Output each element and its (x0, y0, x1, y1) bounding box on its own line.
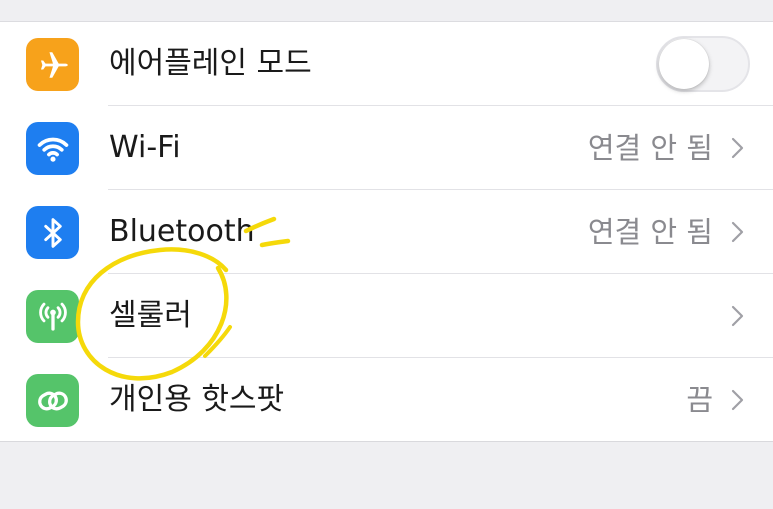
toggle-knob (659, 39, 709, 89)
airplane-mode-row[interactable]: 에어플레인 모드 (0, 22, 773, 106)
chevron-right-icon (731, 221, 744, 243)
personal-hotspot-label: 개인용 핫스팟 (109, 382, 285, 417)
settings-group: 에어플레인 모드 Wi-Fi 연결 안 됨 Bluetooth 연결 안 됨 셀… (0, 22, 773, 442)
airplane-mode-label: 에어플레인 모드 (109, 46, 312, 81)
hotspot-link-icon (26, 374, 79, 427)
chevron-right-icon (731, 305, 744, 327)
wifi-icon (26, 122, 79, 175)
wifi-label: Wi-Fi (109, 130, 181, 165)
wifi-row[interactable]: Wi-Fi 연결 안 됨 (0, 106, 773, 190)
bluetooth-label: Bluetooth (109, 214, 255, 249)
airplane-mode-toggle[interactable] (656, 36, 750, 92)
cellular-antenna-icon (26, 290, 79, 343)
personal-hotspot-status: 끔 (686, 383, 713, 417)
personal-hotspot-row[interactable]: 개인용 핫스팟 끔 (0, 358, 773, 442)
cellular-row[interactable]: 셀룰러 (0, 274, 773, 358)
chevron-right-icon (731, 137, 744, 159)
wifi-status: 연결 안 됨 (587, 131, 713, 165)
bluetooth-row[interactable]: Bluetooth 연결 안 됨 (0, 190, 773, 274)
bluetooth-status: 연결 안 됨 (587, 215, 713, 249)
cellular-label: 셀룰러 (109, 298, 192, 333)
chevron-right-icon (731, 389, 744, 411)
bluetooth-icon (26, 206, 79, 259)
settings-screen: 에어플레인 모드 Wi-Fi 연결 안 됨 Bluetooth 연결 안 됨 셀… (0, 0, 773, 509)
section-gap (0, 0, 773, 22)
airplane-icon (26, 38, 79, 91)
